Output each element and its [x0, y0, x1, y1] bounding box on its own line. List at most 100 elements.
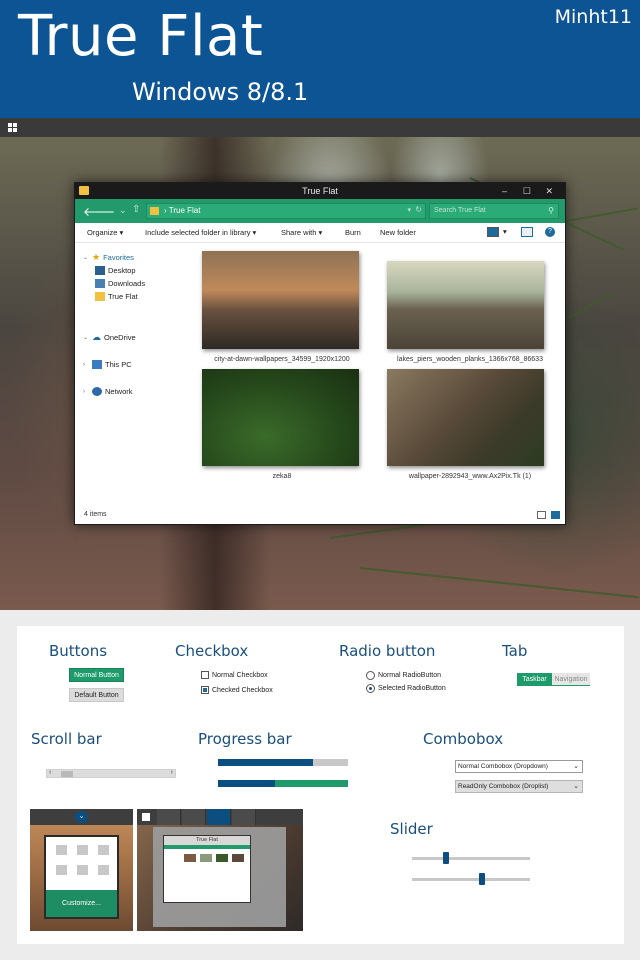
large-icons-view-icon[interactable]	[551, 511, 560, 519]
horizontal-scrollbar[interactable]: ‹ ›	[46, 769, 176, 778]
taskbar-item[interactable]	[182, 809, 206, 825]
tile[interactable]	[56, 865, 67, 875]
radio-circle[interactable]	[366, 671, 375, 680]
search-icon[interactable]: ⚲	[548, 206, 554, 215]
slider-thumb[interactable]	[443, 852, 450, 864]
chevron-right-icon[interactable]: ›	[83, 362, 89, 368]
checkbox-box[interactable]	[201, 671, 209, 679]
organize-menu[interactable]: Organize ▾	[87, 228, 123, 237]
nav-item-trueflat[interactable]: True Flat	[95, 291, 138, 302]
tab-navigation[interactable]: Navigation	[552, 673, 590, 686]
tab-taskbar[interactable]: Taskbar	[517, 673, 552, 686]
window-titlebar[interactable]: True Flat – ☐ ✕	[75, 183, 565, 199]
recent-dropdown-icon[interactable]: ⌄	[119, 205, 127, 216]
scroll-left-arrow-icon[interactable]: ‹	[49, 769, 51, 776]
slider-heading: Slider	[390, 820, 433, 838]
nav-label: Favorites	[103, 253, 134, 262]
minimize-button[interactable]: –	[502, 183, 507, 199]
tile[interactable]	[77, 865, 88, 875]
search-input[interactable]: Search True Flat ⚲	[429, 203, 559, 219]
burn-button[interactable]: Burn	[345, 228, 361, 237]
nav-item-network[interactable]: › Network	[83, 386, 133, 397]
window-title: True Flat	[302, 186, 338, 196]
chevron-down-icon[interactable]: ⌄	[75, 811, 88, 823]
preview-pane-icon[interactable]	[521, 227, 533, 237]
checked-checkbox[interactable]: Checked Checkbox	[201, 686, 273, 694]
computer-icon	[92, 360, 102, 369]
author-name: Minht11	[554, 6, 632, 28]
slider-track[interactable]	[412, 852, 530, 864]
nav-label: OneDrive	[104, 333, 136, 342]
wallpaper-frond	[359, 567, 639, 599]
taskbar-item-active[interactable]	[207, 809, 231, 825]
nav-item-onedrive[interactable]: ⌄ ☁ OneDrive	[83, 332, 136, 343]
start-menu-preview: ⌄ Customize...	[30, 809, 133, 931]
scroll-right-arrow-icon[interactable]: ›	[171, 769, 173, 776]
default-button[interactable]: Default Button	[69, 688, 124, 702]
downloads-icon	[95, 279, 105, 288]
refresh-icon[interactable]: ↻	[415, 205, 422, 214]
change-view-icon[interactable]	[487, 227, 499, 237]
controls-showcase: Buttons Normal Button Default Button Che…	[17, 626, 624, 944]
selected-radio[interactable]: Selected RadioButton	[366, 684, 446, 693]
new-folder-button[interactable]: New folder	[380, 228, 416, 237]
slider-thumb[interactable]	[479, 873, 486, 885]
nav-label: This PC	[105, 360, 132, 369]
chevron-down-icon[interactable]: ⌄	[573, 761, 579, 772]
checkbox-label: Checked Checkbox	[212, 686, 273, 694]
tile[interactable]	[56, 845, 67, 855]
nav-item-downloads[interactable]: Downloads	[95, 278, 145, 289]
file-item[interactable]: lakes_piers_wooden_planks_1366x768_86633	[375, 244, 565, 364]
start-menu: Customize...	[44, 835, 119, 919]
details-view-icon[interactable]	[537, 511, 546, 519]
normal-combobox[interactable]: Normal Combobox (Dropdown) ⌄	[455, 760, 583, 773]
chevron-right-icon[interactable]: ›	[83, 389, 89, 395]
explorer-window[interactable]: True Flat – ☐ ✕ 🡐 ⌄ ⇧ › True Flat ▾ ↻ Se…	[74, 182, 566, 525]
item-count: 4 items	[84, 511, 107, 518]
windows-logo-icon[interactable]	[8, 123, 18, 132]
mini-thumbnail	[232, 854, 244, 862]
slider-track[interactable]	[412, 873, 530, 885]
scroll-thumb[interactable]	[60, 771, 73, 777]
readonly-combobox[interactable]: ReadOnly Combobox (Droplist) ⌄	[455, 780, 583, 793]
include-in-library-menu[interactable]: Include selected folder in library ▾	[145, 228, 256, 237]
tile[interactable]	[77, 845, 88, 855]
maximize-button[interactable]: ☐	[523, 183, 531, 199]
theme-subtitle: Windows 8/8.1	[132, 78, 309, 106]
chevron-down-icon[interactable]: ⌄	[573, 781, 579, 792]
up-arrow-icon[interactable]: ⇧	[132, 204, 140, 215]
radio-circle[interactable]	[366, 684, 375, 693]
customize-button[interactable]: Customize...	[46, 890, 117, 917]
normal-radio[interactable]: Normal RadioButton	[366, 671, 441, 680]
nav-item-thispc[interactable]: › This PC	[83, 359, 132, 370]
mini-explorer-window[interactable]: True Flat	[163, 835, 251, 903]
file-item[interactable]: city-at-dawn-wallpapers_34599_1920x1200	[187, 244, 377, 364]
normal-button[interactable]: Normal Button	[69, 668, 124, 682]
preview-taskbar	[137, 809, 303, 825]
navigation-pane: ⌄ ★ Favorites Desktop Downloads True Fla…	[75, 244, 185, 504]
file-item[interactable]: zeka8	[187, 369, 377, 484]
help-icon[interactable]: ?	[545, 227, 555, 237]
file-item[interactable]: wallpaper-2892943_www.Ax2Pix.Tk (1)	[375, 369, 565, 484]
chevron-down-icon[interactable]: ▾	[407, 206, 411, 214]
normal-checkbox[interactable]: Normal Checkbox	[201, 671, 268, 679]
tile[interactable]	[98, 865, 109, 875]
windows-logo-icon[interactable]	[142, 813, 150, 821]
back-arrow-icon[interactable]: 🡐	[83, 204, 115, 219]
nav-item-favorites[interactable]: ⌄ ★ Favorites	[83, 252, 134, 263]
taskbar-item[interactable]	[232, 809, 256, 825]
share-with-menu[interactable]: Share with ▾	[281, 228, 322, 237]
mini-thumbnail	[200, 854, 212, 862]
checkbox-box[interactable]	[201, 686, 209, 694]
tile[interactable]	[98, 845, 109, 855]
chevron-down-icon[interactable]: ⌄	[83, 254, 89, 261]
mini-address-bar	[164, 845, 250, 849]
taskbar-item[interactable]	[157, 809, 181, 825]
tab-heading: Tab	[502, 642, 528, 660]
close-button[interactable]: ✕	[545, 183, 553, 199]
progress-bar-paused	[218, 780, 348, 787]
chevron-right-icon[interactable]: ⌄	[83, 334, 89, 341]
chevron-down-icon[interactable]: ▾	[503, 227, 507, 236]
address-bar[interactable]: › True Flat ▾ ↻	[146, 203, 426, 219]
nav-item-desktop[interactable]: Desktop	[95, 265, 136, 276]
